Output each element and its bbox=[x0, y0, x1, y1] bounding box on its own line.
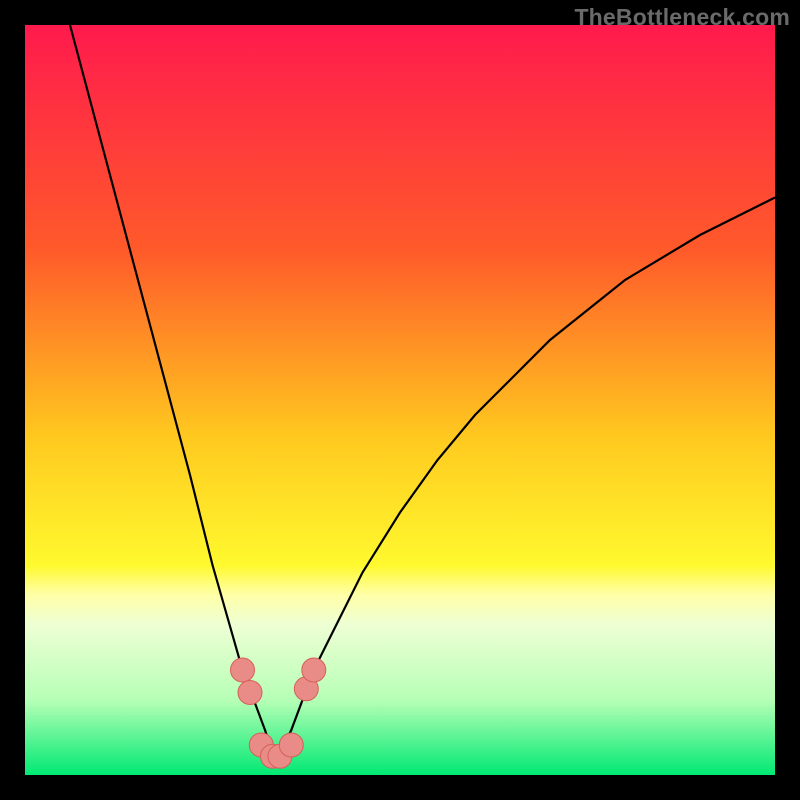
marker-dot bbox=[302, 658, 326, 682]
chart-svg bbox=[25, 25, 775, 775]
gradient-background bbox=[25, 25, 775, 775]
plot-area bbox=[25, 25, 775, 775]
marker-dot bbox=[279, 733, 303, 757]
marker-dot bbox=[231, 658, 255, 682]
marker-dot bbox=[238, 681, 262, 705]
chart-frame: TheBottleneck.com bbox=[0, 0, 800, 800]
